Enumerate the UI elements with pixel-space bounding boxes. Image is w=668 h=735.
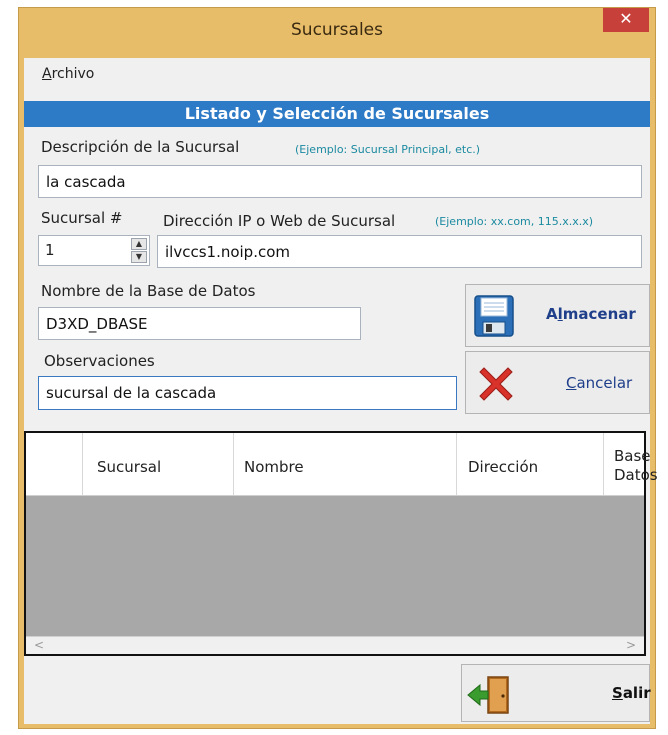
column-header-base[interactable]: Base	[614, 447, 651, 465]
observaciones-label: Observaciones	[44, 352, 155, 370]
salir-label-post: alir	[622, 684, 651, 702]
almacenar-button[interactable]: Almacenar	[465, 284, 650, 347]
cancelar-label-mnemonic: C	[566, 374, 577, 392]
sucursal-number-spinner[interactable]: 1 ▲ ▼	[38, 235, 150, 266]
salir-button[interactable]: Salir	[461, 664, 651, 722]
grid-col-separator	[233, 433, 234, 495]
almacenar-label-post: macenar	[562, 305, 636, 323]
basedatos-label: Nombre de la Base de Datos	[41, 282, 256, 300]
floppy-disk-icon	[474, 295, 514, 337]
sucursal-number-value: 1	[45, 241, 55, 259]
column-header-direccion[interactable]: Dirección	[468, 458, 538, 476]
spinner-buttons: ▲ ▼	[131, 238, 147, 263]
menu-archivo[interactable]: Archivo	[42, 66, 94, 82]
cancelar-label-post: ancelar	[576, 374, 633, 392]
descripcion-hint: (Ejemplo: Sucursal Principal, etc.)	[295, 143, 481, 156]
direccion-input[interactable]	[157, 235, 642, 268]
spin-down-button[interactable]: ▼	[131, 251, 147, 263]
title-bar[interactable]: Sucursales ✕	[19, 8, 655, 58]
grid-col-separator	[456, 433, 457, 495]
grid-col-separator	[82, 433, 83, 495]
basedatos-input[interactable]	[38, 307, 361, 340]
red-x-icon	[479, 367, 513, 401]
menu-archivo-mnemonic: A	[42, 66, 52, 82]
horizontal-scrollbar[interactable]: < >	[26, 636, 644, 654]
descripcion-input[interactable]	[38, 165, 642, 198]
cancelar-label: Cancelar	[566, 374, 632, 392]
grid-header: Sucursal Nombre Dirección Base Datos	[26, 433, 658, 496]
close-button[interactable]: ✕	[603, 8, 649, 32]
sucursales-window: Sucursales ✕ Archivo Listado y Selección…	[18, 7, 658, 729]
section-header: Listado y Selección de Sucursales	[24, 101, 650, 127]
column-header-sucursal[interactable]: Sucursal	[97, 458, 161, 476]
almacenar-label-pre: A	[546, 305, 558, 323]
grid-col-separator	[603, 433, 604, 495]
salir-label-mnemonic: S	[612, 684, 623, 702]
exit-door-icon	[467, 676, 509, 714]
menu-bar: Archivo	[24, 58, 650, 90]
scroll-right-icon[interactable]: >	[626, 637, 636, 654]
column-header-nombre[interactable]: Nombre	[244, 458, 304, 476]
cancelar-button[interactable]: Cancelar	[465, 351, 650, 414]
direccion-hint: (Ejemplo: xx.com, 115.x.x.x)	[435, 215, 594, 228]
window-title: Sucursales	[291, 20, 383, 40]
menu-archivo-label: rchivo	[51, 66, 95, 82]
salir-label: Salir	[612, 684, 651, 702]
almacenar-label: Almacenar	[546, 305, 636, 323]
spin-up-button[interactable]: ▲	[131, 238, 147, 250]
sucursal-number-label: Sucursal #	[41, 209, 123, 227]
descripcion-label: Descripción de la Sucursal	[41, 138, 240, 156]
direccion-label: Dirección IP o Web de Sucursal	[163, 212, 396, 230]
column-header-datos: Datos	[614, 466, 658, 484]
observaciones-input[interactable]	[38, 376, 457, 410]
window-client-area: Archivo Listado y Selección de Sucursale…	[24, 58, 658, 724]
sucursales-grid[interactable]: Sucursal Nombre Dirección Base Datos < >	[24, 431, 658, 656]
scroll-left-icon[interactable]: <	[34, 637, 44, 654]
